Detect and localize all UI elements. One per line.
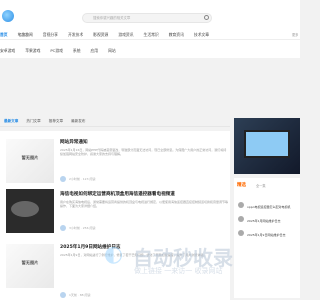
nav-item[interactable]: 影视资源: [93, 32, 108, 38]
nav-more-link[interactable]: 更多: [292, 32, 298, 37]
nav-item[interactable]: 开发技术: [68, 32, 83, 38]
article-card[interactable]: 暂无图片 网站异常通知 2025年1月16日，网站PHP代码被恶意篡改，导致部分…: [0, 131, 230, 191]
tab-recommend[interactable]: 推荐文章: [49, 119, 63, 124]
article-title[interactable]: 网站异常通知: [60, 139, 88, 145]
article-tabs: 最新文章 热门文章 推荐文章 最新发布: [4, 119, 94, 124]
hot-item-label: oppo电视遥控器怎么配对电视机: [247, 205, 291, 209]
search-icon[interactable]: [204, 15, 209, 20]
watermark: ◐ 自动秒收录 做上链接 一来访一 收录网站: [104, 242, 300, 282]
tab-divider: [0, 126, 230, 127]
thumbnail-placeholder-text: 暂无图片: [21, 155, 39, 160]
page: 搜索你感兴趣的相关文章 首页 笔趣趣闻 音视分享 开发技术 影视资源 游戏资讯 …: [0, 0, 300, 300]
author-avatar: [60, 292, 66, 298]
nav-item[interactable]: 游戏资讯: [118, 32, 133, 38]
bullet-icon: [238, 216, 244, 222]
article-meta-text: 2小时前 · 123 阅读: [69, 177, 96, 181]
bullet-icon: [238, 202, 244, 208]
device-image-icon: [11, 201, 39, 217]
article-thumbnail[interactable]: 暂无图片: [6, 139, 54, 183]
tab-hot[interactable]: 热门文章: [26, 119, 40, 124]
sub-nav-item[interactable]: 应用: [91, 48, 99, 54]
article-thumbnail[interactable]: 暂无图片: [6, 244, 54, 288]
article-meta: 1天前 · 88 阅读: [60, 292, 91, 298]
tv-image-icon: [244, 130, 290, 158]
article-meta-text: 1天前 · 88 阅读: [69, 293, 91, 297]
nav-divider: [0, 39, 300, 40]
site-logo-icon[interactable]: [2, 10, 14, 22]
hot-list-item[interactable]: 2025年1月9日网站维护日志: [238, 230, 285, 237]
sub-nav-item[interactable]: 苹果游戏: [25, 48, 40, 54]
author-avatar: [60, 176, 66, 182]
sub-nav-item[interactable]: 网站: [108, 48, 116, 54]
sub-nav-item[interactable]: 安卓游戏: [0, 48, 15, 54]
hot-item-label: 2025年1月网站维护日志: [247, 219, 281, 223]
article-card[interactable]: 海信电视如何绑定运营商机顶盒用海信遥控器看电视频道 用户在购买海信电视后，通常需…: [0, 183, 230, 243]
hot-list-item[interactable]: 2025年1月网站维护日志: [238, 216, 281, 223]
article-title[interactable]: 海信电视如何绑定运营商机顶盒用海信遥控器看电视频道: [60, 191, 175, 197]
sub-nav-item[interactable]: PC游戏: [50, 48, 63, 54]
article-meta-text: 3小时前 · 256 阅读: [69, 226, 96, 230]
nav-item-home[interactable]: 首页: [0, 32, 8, 38]
watermark-subtitle: 做上链接 一来访一 收录网站: [134, 267, 223, 275]
site-header: 搜索你感兴趣的相关文章 首页 笔趣趣闻 音视分享 开发技术 影视资源 游戏资讯 …: [0, 0, 300, 58]
nav-item[interactable]: 技术文章: [194, 32, 209, 38]
hot-list-item[interactable]: oppo电视遥控器怎么配对电视机: [238, 202, 290, 209]
article-description: 2025年1月16日，网站PHP代码被恶意篡改，导致部分页面无法访问，现已全部修…: [60, 148, 227, 157]
tab-new[interactable]: 最新发布: [71, 119, 85, 124]
article-meta: 2小时前 · 123 阅读: [60, 176, 95, 182]
watermark-logo-icon: ◐: [104, 242, 124, 267]
sub-nav-item[interactable]: 系统: [73, 48, 81, 54]
hot-title: 精选: [237, 183, 246, 188]
bullet-icon: [238, 230, 244, 236]
author-avatar: [60, 225, 66, 231]
nav-item[interactable]: 笔趣趣闻: [18, 32, 33, 38]
sidebar-banner[interactable]: [234, 118, 300, 174]
nav-item[interactable]: 教育资讯: [169, 32, 184, 38]
article-description: 用户在购买海信电视后，通常需要将运营商提供的机顶盒与电视进行绑定，以便使用海信遥…: [60, 200, 229, 209]
article-meta: 3小时前 · 256 阅读: [60, 225, 95, 231]
thumbnail-placeholder-text: 暂无图片: [21, 260, 39, 265]
sub-nav: 安卓游戏 苹果游戏 PC游戏 系统 应用 网站: [0, 48, 126, 54]
main-nav: 首页 笔趣趣闻 音视分享 开发技术 影视资源 游戏资讯 生活常识 教育资讯 技术…: [0, 32, 219, 38]
tab-latest[interactable]: 最新文章: [4, 119, 18, 124]
hot-item-label: 2025年1月9日网站维护日志: [247, 233, 286, 237]
article-thumbnail[interactable]: [6, 189, 54, 233]
nav-item[interactable]: 音视分享: [43, 32, 58, 38]
search-input[interactable]: 搜索你感兴趣的相关文章: [82, 13, 212, 23]
hot-subtitle: 全一集: [256, 184, 266, 188]
nav-item[interactable]: 生活常识: [144, 32, 159, 38]
